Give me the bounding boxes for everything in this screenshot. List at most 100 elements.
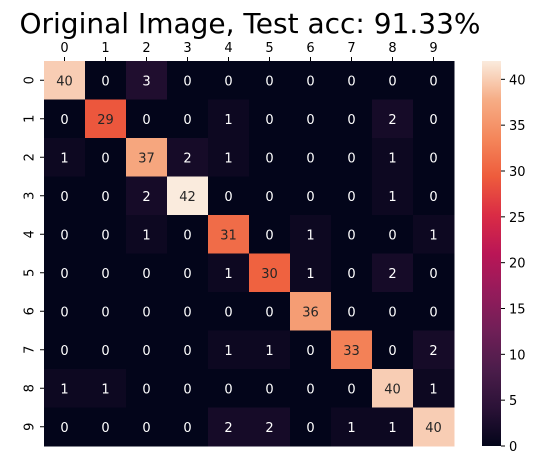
x-tick-label-5: 5: [265, 41, 273, 56]
cell-value-r8-c9: 1: [429, 382, 437, 397]
cell-value-r6-c9: 0: [429, 305, 437, 320]
cell-value-r8-c6: 0: [306, 382, 314, 397]
cell-value-r0-c5: 0: [265, 74, 273, 89]
cell-value-r5-c5: 30: [261, 267, 278, 282]
cell-value-r3-c8: 1: [388, 190, 396, 205]
cell-value-r8-c0: 1: [60, 382, 68, 397]
x-tick-label-2: 2: [142, 41, 150, 56]
cell-value-r7-c6: 0: [306, 344, 314, 359]
cell-value-r5-c1: 0: [101, 267, 109, 282]
x-tick-label-6: 6: [306, 41, 314, 56]
cell-value-r3-c4: 0: [224, 190, 232, 205]
cell-value-r6-c2: 0: [142, 305, 150, 320]
colorbar-tick-label-3: 15: [509, 303, 526, 318]
y-tick-label-0: 0: [23, 76, 38, 84]
y-tick-label-3: 3: [23, 192, 38, 200]
y-tick-label-9: 9: [23, 423, 38, 431]
cell-value-r7-c2: 0: [142, 344, 150, 359]
cell-value-r7-c7: 33: [343, 344, 360, 359]
cell-value-r1-c4: 1: [224, 113, 232, 128]
cell-value-r0-c4: 0: [224, 74, 232, 89]
cell-value-r4-c4: 31: [220, 228, 237, 243]
cell-value-r0-c9: 0: [429, 74, 437, 89]
x-tick-label-4: 4: [224, 41, 232, 56]
y-tick-label-2: 2: [23, 153, 38, 161]
cell-value-r2-c9: 0: [429, 151, 437, 166]
cell-value-r1-c1: 29: [97, 113, 114, 128]
colorbar-tick-label-2: 10: [509, 348, 526, 363]
cell-value-r5-c8: 2: [388, 267, 396, 282]
cell-value-r8-c4: 0: [224, 382, 232, 397]
chart-title: Original Image, Test acc: 91.33%: [19, 7, 480, 40]
cell-value-r8-c5: 0: [265, 382, 273, 397]
y-tick-label-4: 4: [23, 230, 38, 238]
cell-value-r9-c6: 0: [306, 421, 314, 436]
cell-value-r4-c9: 1: [429, 228, 437, 243]
cell-value-r3-c0: 0: [60, 190, 68, 205]
cell-value-r1-c9: 0: [429, 113, 437, 128]
cell-value-r8-c1: 1: [101, 382, 109, 397]
cell-value-r2-c3: 2: [183, 151, 191, 166]
x-tick-label-1: 1: [101, 41, 109, 56]
heatmap-grid: 40 0 3 0 0 0 0 0 0 00 29 0 0 1 0 0 0 2 01 0 37 2 1 0 0 0 1 00 0 2 42 0 0…: [44, 61, 455, 447]
cell-value-r4-c0: 0: [60, 228, 68, 243]
cell-value-r0-c8: 0: [388, 74, 396, 89]
cell-value-r4-c6: 1: [306, 228, 314, 243]
cell-value-r1-c3: 0: [183, 113, 191, 128]
confusion-matrix-chart: Original Image, Test acc: 91.33% 40 0 3 0 0 0…: [19, 7, 526, 455]
cell-value-r7-c4: 1: [224, 344, 232, 359]
cell-value-r6-c5: 0: [265, 305, 273, 320]
cell-value-r0-c0: 40: [56, 74, 73, 89]
cell-value-r7-c9: 2: [429, 344, 437, 359]
cell-value-r9-c2: 0: [142, 421, 150, 436]
cell-value-r8-c8: 40: [384, 382, 401, 397]
cell-value-r1-c5: 0: [265, 113, 273, 128]
cell-value-r7-c1: 0: [101, 344, 109, 359]
cell-value-r4-c5: 0: [265, 228, 273, 243]
cell-value-r9-c1: 0: [101, 421, 109, 436]
cell-value-r6-c3: 0: [183, 305, 191, 320]
cell-value-r2-c4: 1: [224, 151, 232, 166]
cell-value-r3-c7: 0: [347, 190, 355, 205]
cell-value-r9-c7: 1: [347, 421, 355, 436]
cell-value-r7-c8: 0: [388, 344, 396, 359]
cell-value-r3-c5: 0: [265, 190, 273, 205]
cell-value-r1-c2: 0: [142, 113, 150, 128]
cell-value-r1-c7: 0: [347, 113, 355, 128]
cell-value-r1-c8: 2: [388, 113, 396, 128]
cell-value-r2-c1: 0: [101, 151, 109, 166]
cell-value-r0-c6: 0: [306, 74, 314, 89]
cell-value-r6-c1: 0: [101, 305, 109, 320]
colorbar: [482, 61, 501, 446]
x-tick-label-0: 0: [60, 41, 68, 56]
cell-value-r3-c9: 0: [429, 190, 437, 205]
cell-value-r1-c6: 0: [306, 113, 314, 128]
cell-value-r0-c1: 0: [101, 74, 109, 89]
cell-value-r5-c2: 0: [142, 267, 150, 282]
x-tick-labels: 0 1 2 3 4 5 6 7 8 9: [60, 41, 438, 61]
cell-value-r8-c7: 0: [347, 382, 355, 397]
cell-value-r2-c5: 0: [265, 151, 273, 166]
cell-value-r8-c2: 0: [142, 382, 150, 397]
cell-value-r8-c3: 0: [183, 382, 191, 397]
cell-value-r7-c5: 1: [265, 344, 273, 359]
cell-value-r3-c6: 0: [306, 190, 314, 205]
cell-value-r5-c6: 1: [306, 267, 314, 282]
x-tick-label-8: 8: [388, 41, 396, 56]
cell-value-r4-c1: 0: [101, 228, 109, 243]
cell-value-r2-c6: 0: [306, 151, 314, 166]
cell-value-r3-c2: 2: [142, 190, 150, 205]
cell-value-r9-c9: 40: [425, 421, 442, 436]
colorbar-tick-label-5: 25: [509, 211, 526, 226]
y-tick-labels: 0 1 2 3 4 5 6 7 8 9: [23, 76, 44, 431]
cell-value-r6-c7: 0: [347, 305, 355, 320]
colorbar-tick-label-0: 0: [509, 440, 517, 455]
y-tick-label-8: 8: [23, 384, 38, 392]
colorbar-tick-label-1: 5: [509, 394, 517, 409]
cell-value-r9-c3: 0: [183, 421, 191, 436]
cell-value-r3-c3: 42: [179, 190, 196, 205]
cell-value-r2-c0: 1: [60, 151, 68, 166]
cell-value-r7-c3: 0: [183, 344, 191, 359]
y-tick-label-6: 6: [23, 307, 38, 315]
cell-value-r2-c7: 0: [347, 151, 355, 166]
